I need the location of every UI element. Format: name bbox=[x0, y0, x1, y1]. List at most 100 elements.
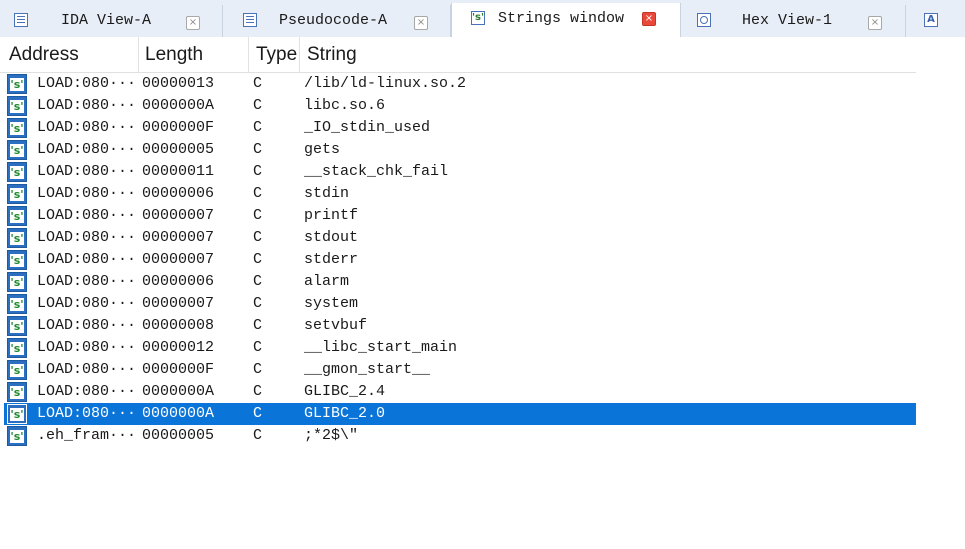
close-icon[interactable]: × bbox=[868, 16, 882, 30]
table-row[interactable]: 's' LOAD:080··· 00000012 C __libc_start_main bbox=[4, 337, 916, 359]
table-row[interactable]: 's' LOAD:080··· 00000007 Csystem bbox=[4, 293, 916, 315]
string-icon-glyph: 's' bbox=[10, 342, 24, 355]
header-filler bbox=[916, 37, 965, 73]
string-icon-glyph: 's' bbox=[10, 166, 24, 179]
table-row[interactable]: 's' LOAD:080··· 00000007 Cstdout bbox=[4, 227, 916, 249]
cell-string: GLIBC_2.4 bbox=[304, 383, 386, 400]
cell-string: setvbuf bbox=[304, 317, 368, 334]
table-row[interactable]: 's' LOAD:080··· 0000000A C GLIBC_2.4 bbox=[4, 381, 916, 403]
string-icon-glyph: 's' bbox=[10, 276, 24, 289]
cell-type: C bbox=[253, 427, 263, 444]
table-row[interactable]: 's' LOAD:080··· 0000000A Clibc.so.6 bbox=[4, 95, 916, 117]
table-row[interactable]: 's' LOAD:080··· 00000007 Cprintf bbox=[4, 205, 916, 227]
string-icon: 's' bbox=[7, 272, 27, 292]
table-row[interactable]: 's' LOAD:080··· 0000000F C __gmon_start__ bbox=[4, 359, 916, 381]
hex-icon bbox=[697, 13, 711, 27]
cell-string: system bbox=[304, 295, 359, 312]
string-icon-glyph: 's' bbox=[10, 78, 24, 91]
string-icon-glyph: 's' bbox=[10, 298, 24, 311]
cell-length: 0000000F bbox=[142, 361, 215, 378]
tab-label: Pseudocode-A bbox=[279, 12, 388, 29]
string-icon-glyph: 's' bbox=[10, 232, 24, 245]
cell-type: C bbox=[253, 141, 263, 158]
cell-type: C bbox=[253, 295, 263, 312]
tab-strings-window[interactable]: 's' Strings window × bbox=[451, 3, 681, 37]
cell-address: LOAD:080··· bbox=[37, 317, 137, 334]
string-icon-glyph: 's' bbox=[10, 320, 24, 333]
column-address[interactable]: Address bbox=[0, 37, 139, 72]
string-icon-glyph: 's' bbox=[10, 386, 24, 399]
tab-hex-view-1[interactable]: Hex View-1 × bbox=[681, 5, 906, 37]
table-row[interactable]: 's' LOAD:080··· 00000008 Csetvbuf bbox=[4, 315, 916, 337]
table-row[interactable]: 's' LOAD:080··· 00000006 Cstdin bbox=[4, 183, 916, 205]
cell-address: LOAD:080··· bbox=[37, 119, 137, 136]
cell-type: C bbox=[253, 229, 263, 246]
structures-icon: A bbox=[924, 13, 938, 27]
cell-string: alarm bbox=[304, 273, 350, 290]
cell-address: LOAD:080··· bbox=[37, 405, 137, 422]
table-row[interactable]: 's' LOAD:080··· 00000006 Calarm bbox=[4, 271, 916, 293]
tab-pseudocode-a[interactable]: Pseudocode-A × bbox=[223, 5, 451, 37]
column-length[interactable]: Length bbox=[139, 37, 249, 72]
listing-icon bbox=[14, 13, 28, 27]
close-icon[interactable]: × bbox=[414, 16, 428, 30]
table-row[interactable]: 's' .eh_fram··· 00000005 C ;*2$\" bbox=[4, 425, 916, 447]
string-icon: 's' bbox=[7, 382, 27, 402]
cell-type: C bbox=[253, 97, 263, 114]
string-icon-glyph: 's' bbox=[10, 254, 24, 267]
tab-label: IDA View-A bbox=[61, 12, 152, 29]
cell-string: printf bbox=[304, 207, 359, 224]
cell-address: LOAD:080··· bbox=[37, 229, 137, 246]
cell-length: 0000000A bbox=[142, 405, 215, 422]
cell-address: LOAD:080··· bbox=[37, 339, 137, 356]
tab-bar: IDA View-A × Pseudocode-A × 's' Strings … bbox=[0, 0, 965, 37]
string-icon: 's' bbox=[7, 360, 27, 380]
table-row[interactable]: 's' LOAD:080··· 00000011 C __stack_chk_fail bbox=[4, 161, 916, 183]
close-icon[interactable]: × bbox=[186, 16, 200, 30]
cell-address: LOAD:080··· bbox=[37, 207, 137, 224]
pseudocode-icon bbox=[243, 13, 257, 27]
tab-ida-view-a[interactable]: IDA View-A × bbox=[0, 5, 223, 37]
cell-string: __stack_chk_fail bbox=[304, 163, 449, 180]
cell-type: C bbox=[253, 207, 263, 224]
string-icon-glyph: 's' bbox=[10, 364, 24, 377]
table-row[interactable]: 's' LOAD:080··· 00000013 C/lib/ld-linux.so.… bbox=[4, 73, 916, 95]
string-icon-glyph: 's' bbox=[10, 122, 24, 135]
string-icon: 's' bbox=[7, 162, 27, 182]
close-icon[interactable]: × bbox=[642, 12, 656, 26]
tab-structures[interactable]: A bbox=[906, 5, 965, 37]
cell-type: C bbox=[253, 251, 263, 268]
cell-address: LOAD:080··· bbox=[37, 97, 137, 114]
cell-length: 00000012 bbox=[142, 339, 215, 356]
string-icon: 's' bbox=[7, 426, 27, 446]
string-icon-glyph: 's' bbox=[10, 210, 24, 223]
table-row[interactable]: 's' LOAD:080··· 0000000A C GLIBC_2.0 bbox=[4, 403, 916, 425]
table-row[interactable]: 's' LOAD:080··· 00000007 Cstderr bbox=[4, 249, 916, 271]
string-icon: 's' bbox=[7, 206, 27, 226]
table-row[interactable]: 's' LOAD:080··· 0000000F C _IO_stdin_used bbox=[4, 117, 916, 139]
table-row[interactable]: 's' LOAD:080··· 00000005 Cgets bbox=[4, 139, 916, 161]
cell-type: C bbox=[253, 163, 263, 180]
cell-string: __libc_start_main bbox=[304, 339, 458, 356]
string-icon: 's' bbox=[7, 338, 27, 358]
cell-length: 00000005 bbox=[142, 141, 215, 158]
string-icon-glyph: 's' bbox=[10, 430, 24, 443]
string-icon: 's' bbox=[7, 316, 27, 336]
cell-length: 00000007 bbox=[142, 229, 215, 246]
string-icon-glyph: 's' bbox=[10, 408, 24, 421]
string-icon: 's' bbox=[7, 118, 27, 138]
cell-string: ;*2$\" bbox=[304, 427, 359, 444]
cell-type: C bbox=[253, 185, 263, 202]
string-icon: 's' bbox=[7, 184, 27, 204]
cell-string: GLIBC_2.0 bbox=[304, 405, 386, 422]
cell-type: C bbox=[253, 75, 263, 92]
cell-length: 00000006 bbox=[142, 273, 215, 290]
cell-address: LOAD:080··· bbox=[37, 361, 137, 378]
cell-type: C bbox=[253, 339, 263, 356]
cell-length: 00000011 bbox=[142, 163, 215, 180]
cell-string: __gmon_start__ bbox=[304, 361, 431, 378]
column-string[interactable]: String bbox=[300, 37, 916, 72]
column-type[interactable]: Type bbox=[249, 37, 300, 72]
cell-string: _IO_stdin_used bbox=[304, 119, 431, 136]
string-icon-glyph: 's' bbox=[10, 144, 24, 157]
